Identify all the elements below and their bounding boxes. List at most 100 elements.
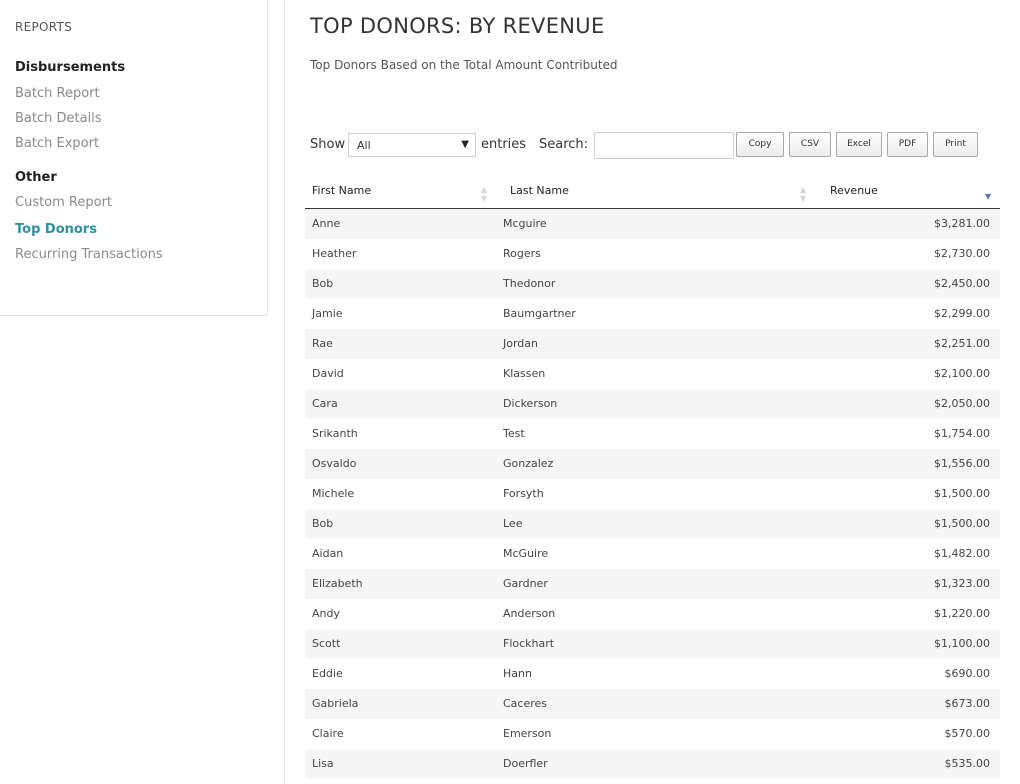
table-row: Scott Flockhart $1,100.00 xyxy=(305,629,1000,659)
first-name-cell: Aidan xyxy=(312,547,344,560)
first-name-cell: Jamie xyxy=(312,307,343,320)
table-header: First Name ▲ ▼ Last Name ▲ ▼ Revenue ▼ xyxy=(305,176,1000,209)
reports-sidebar: REPORTS Disbursements Batch Report Batch… xyxy=(0,0,268,316)
sidebar-item-batch-export[interactable]: Batch Export xyxy=(15,136,99,151)
table-row: Claire Emerson $570.00 xyxy=(305,719,1000,749)
revenue-cell: $690.00 xyxy=(944,667,991,680)
revenue-cell: $2,100.00 xyxy=(934,367,990,380)
table-row: Aidan McGuire $1,482.00 xyxy=(305,539,1000,569)
table-row: Srikanth Test $1,754.00 xyxy=(305,419,1000,449)
last-name-cell: Dickerson xyxy=(503,397,558,410)
revenue-cell: $2,050.00 xyxy=(934,397,990,410)
sidebar-group-other: Other xyxy=(15,170,57,185)
first-name-cell: Scott xyxy=(312,637,341,650)
table-row: Bob Thedonor $2,450.00 xyxy=(305,269,1000,299)
sidebar-item-recurring-transactions[interactable]: Recurring Transactions xyxy=(15,247,163,262)
entries-select[interactable]: All ▼ xyxy=(348,133,476,157)
table-row: Anne Mcguire $3,281.00 xyxy=(305,209,1000,239)
first-name-cell: Bob xyxy=(312,517,334,530)
first-name-cell: Bob xyxy=(312,277,334,290)
table-row: Osvaldo Gonzalez $1,556.00 xyxy=(305,449,1000,479)
last-name-cell: Doerfler xyxy=(503,757,548,770)
last-name-cell: Thedonor xyxy=(503,277,556,290)
table-body: Anne Mcguire $3,281.00 Heather Rogers $2,730.… xyxy=(305,209,1000,779)
donors-table: First Name ▲ ▼ Last Name ▲ ▼ Revenue ▼ Ann… xyxy=(305,176,1000,779)
last-name-cell: Gonzalez xyxy=(503,457,554,470)
last-name-cell: Emerson xyxy=(503,727,552,740)
last-name-cell: McGuire xyxy=(503,547,549,560)
sidebar-item-top-donors[interactable]: Top Donors xyxy=(15,222,97,237)
entries-label: entries xyxy=(481,137,527,152)
first-name-cell: Heather xyxy=(312,247,357,260)
last-name-cell: Rogers xyxy=(503,247,541,260)
table-row: Heather Rogers $2,730.00 xyxy=(305,239,1000,269)
last-name-cell: Flockhart xyxy=(503,637,555,650)
last-name-cell: Caceres xyxy=(503,697,548,710)
revenue-cell: $1,323.00 xyxy=(934,577,990,590)
last-name-cell: Klassen xyxy=(503,367,546,380)
last-name-cell: Lee xyxy=(503,517,523,530)
csv-button[interactable]: CSV xyxy=(789,132,831,157)
last-name-cell: Mcguire xyxy=(503,217,547,230)
revenue-cell: $2,450.00 xyxy=(934,277,990,290)
entries-select-value: All xyxy=(357,139,371,152)
pdf-button[interactable]: PDF xyxy=(887,132,928,157)
sidebar-item-custom-report[interactable]: Custom Report xyxy=(15,195,112,210)
copy-button[interactable]: Copy xyxy=(736,132,784,157)
excel-button[interactable]: Excel xyxy=(836,132,882,157)
chevron-down-icon: ▼ xyxy=(461,139,469,150)
first-name-cell: Elizabeth xyxy=(312,577,363,590)
last-name-cell: Baumgartner xyxy=(503,307,576,320)
revenue-cell: $1,556.00 xyxy=(934,457,990,470)
show-label: Show xyxy=(310,137,346,152)
revenue-cell: $2,730.00 xyxy=(934,247,990,260)
first-name-cell: David xyxy=(312,367,344,380)
last-name-cell: Anderson xyxy=(503,607,556,620)
revenue-cell: $1,754.00 xyxy=(934,427,990,440)
table-row: Elizabeth Gardner $1,323.00 xyxy=(305,569,1000,599)
column-header-first-name[interactable]: First Name xyxy=(312,184,371,197)
table-row: Rae Jordan $2,251.00 xyxy=(305,329,1000,359)
first-name-cell: Gabriela xyxy=(312,697,359,710)
revenue-cell: $673.00 xyxy=(944,697,991,710)
column-header-last-name[interactable]: Last Name xyxy=(510,184,569,197)
revenue-cell: $2,299.00 xyxy=(934,307,990,320)
first-name-cell: Osvaldo xyxy=(312,457,357,470)
page-subtitle: Top Donors Based on the Total Amount Con… xyxy=(310,58,618,72)
column-header-revenue[interactable]: Revenue xyxy=(830,184,878,197)
last-name-cell: Gardner xyxy=(503,577,548,590)
page-title: TOP DONORS: BY REVENUE xyxy=(310,14,605,38)
first-name-cell: Cara xyxy=(312,397,338,410)
revenue-cell: $1,220.00 xyxy=(934,607,990,620)
revenue-cell: $1,500.00 xyxy=(934,517,990,530)
table-row: Jamie Baumgartner $2,299.00 xyxy=(305,299,1000,329)
first-name-cell: Anne xyxy=(312,217,341,230)
sidebar-heading: REPORTS xyxy=(15,20,73,34)
table-row: Lisa Doerfler $535.00 xyxy=(305,749,1000,779)
revenue-cell: $1,482.00 xyxy=(934,547,990,560)
revenue-cell: $570.00 xyxy=(944,727,991,740)
search-label: Search: xyxy=(539,137,589,152)
revenue-cell: $535.00 xyxy=(944,757,991,770)
sidebar-item-batch-report[interactable]: Batch Report xyxy=(15,86,100,101)
table-row: Gabriela Caceres $673.00 xyxy=(305,689,1000,719)
sidebar-item-batch-details[interactable]: Batch Details xyxy=(15,111,102,126)
last-name-cell: Hann xyxy=(503,667,532,680)
search-input[interactable] xyxy=(594,132,734,159)
table-row: Andy Anderson $1,220.00 xyxy=(305,599,1000,629)
content-divider xyxy=(284,0,285,784)
sidebar-group-disbursements: Disbursements xyxy=(15,60,126,75)
first-name-cell: Eddie xyxy=(312,667,343,680)
table-row: Eddie Hann $690.00 xyxy=(305,659,1000,689)
sort-both-icon[interactable]: ▲ ▼ xyxy=(481,185,487,203)
first-name-cell: Lisa xyxy=(312,757,334,770)
sort-both-icon[interactable]: ▲ ▼ xyxy=(800,185,806,203)
first-name-cell: Michele xyxy=(312,487,355,500)
revenue-cell: $1,100.00 xyxy=(934,637,990,650)
last-name-cell: Forsyth xyxy=(503,487,544,500)
first-name-cell: Andy xyxy=(312,607,340,620)
first-name-cell: Claire xyxy=(312,727,344,740)
last-name-cell: Test xyxy=(503,427,525,440)
sort-descending-icon[interactable]: ▼ xyxy=(985,192,991,201)
print-button[interactable]: Print xyxy=(933,132,978,157)
